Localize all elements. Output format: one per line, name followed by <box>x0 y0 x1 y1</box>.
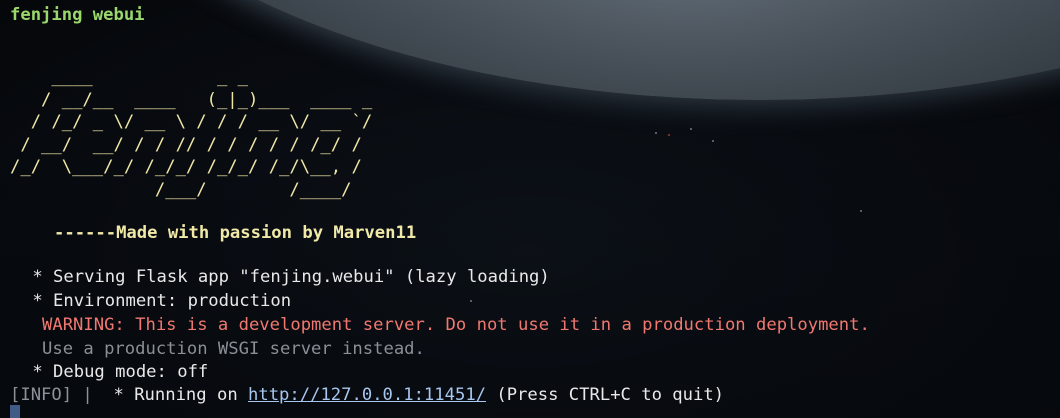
terminal-cursor <box>10 405 20 418</box>
info-prefix: [INFO] | <box>10 385 93 405</box>
tagline: ------Made with passion by Marven11 <box>54 223 417 243</box>
running-suffix: (Press CTRL+C to quit) <box>486 385 725 405</box>
terminal-title: fenjing webui <box>10 5 145 25</box>
running-text: * Running on <box>92 385 249 405</box>
log-serving-line: * Serving Flask app "fenjing.webui" (laz… <box>22 267 550 287</box>
terminal-output: fenjing webui ____ _ _ / __/__ ____ (_|_… <box>0 0 1060 418</box>
terminal-window[interactable]: fenjing webui ____ _ _ / __/__ ____ (_|_… <box>0 0 1060 418</box>
log-environment-line: * Environment: production <box>22 291 292 311</box>
log-hint-line: Use a production WSGI server instead. <box>42 339 425 359</box>
server-url-link[interactable]: http://127.0.0.1:11451/ <box>248 385 486 405</box>
log-warning-line: WARNING: This is a development server. D… <box>42 315 870 335</box>
ascii-logo: ____ _ _ / __/__ ____ (_|_)___ ____ _ / … <box>10 67 373 200</box>
log-running-line: [INFO] | * Running on http://127.0.0.1:1… <box>10 384 724 408</box>
log-debug-line: * Debug mode: off <box>22 362 209 382</box>
